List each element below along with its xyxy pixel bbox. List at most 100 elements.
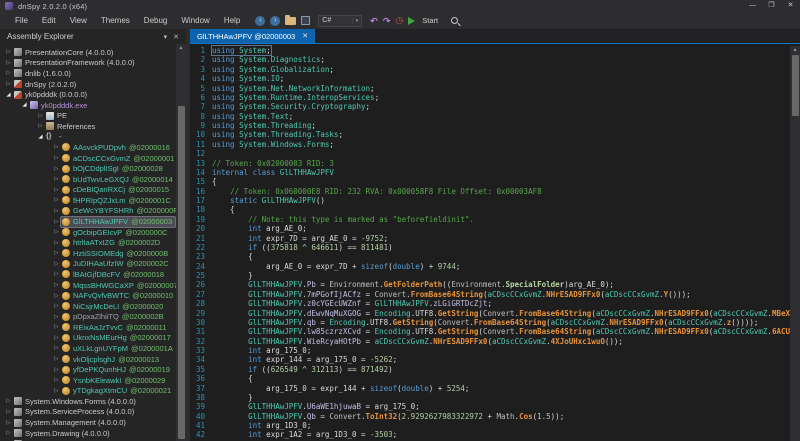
expand-icon[interactable]: ▷ bbox=[4, 70, 13, 76]
tab-gllthhawjpfv[interactable]: GlLTHHAwJPFV @02000003 ✕ bbox=[190, 29, 315, 43]
history-clock-icon[interactable]: ◷ bbox=[395, 15, 403, 26]
expand-icon[interactable]: ▷ bbox=[52, 377, 61, 383]
code-line-4[interactable]: 4using System.IO; bbox=[190, 74, 800, 83]
tree-item-PE[interactable]: ▷PE bbox=[0, 110, 176, 121]
expand-icon[interactable]: ▷ bbox=[52, 314, 61, 320]
code-line-9[interactable]: 9using System.Threading; bbox=[190, 121, 800, 130]
expand-icon[interactable]: ▷ bbox=[4, 430, 13, 436]
menu-window[interactable]: Window bbox=[174, 12, 216, 29]
code-line-18[interactable]: 18 { bbox=[190, 205, 800, 214]
tree-item-YsnbKEleawkI[interactable]: ▷YsnbKEleawkI@02000029 bbox=[0, 375, 176, 386]
sidebar-scroll-thumb[interactable] bbox=[178, 106, 185, 439]
code-line-6[interactable]: 6using System.Runtime.InteropServices; bbox=[190, 93, 800, 102]
code-line-8[interactable]: 8using System.Text; bbox=[190, 112, 800, 121]
code-line-35[interactable]: 35 if ((626549 ^ 312113) == 871492) bbox=[190, 365, 800, 374]
tree-item-NiCsjrMcDeLI[interactable]: ▷NiCsjrMcDeLI@02000020 bbox=[0, 301, 176, 312]
expand-icon[interactable]: ▷ bbox=[52, 197, 61, 203]
tree-item-gOcbipGEIcvP[interactable]: ▷gOcbipGEIcvP@0200000C bbox=[0, 227, 176, 238]
minimize-button[interactable]: — bbox=[743, 0, 762, 12]
collapse-icon[interactable]: ◢ bbox=[36, 134, 45, 140]
tree-item-fHPRIpQZJxLm[interactable]: ▷fHPRIpQZJxLm@0200001C bbox=[0, 195, 176, 206]
expand-icon[interactable]: ▷ bbox=[52, 229, 61, 235]
tree-item-HztiSSIOMEdg[interactable]: ▷HztiSSIOMEdg@0200000B bbox=[0, 248, 176, 259]
code-line-34[interactable]: 34 int expr_144 = arg_175_0 = -5262; bbox=[190, 355, 800, 364]
code-line-36[interactable]: 36 { bbox=[190, 374, 800, 383]
code-line-12[interactable]: 12 bbox=[190, 149, 800, 158]
code-line-37[interactable]: 37 arg_175_0 = expr_144 + sizeof(double)… bbox=[190, 384, 800, 393]
editor-scrollbar[interactable]: ▲ bbox=[790, 46, 800, 441]
scroll-up-icon[interactable]: ▲ bbox=[176, 44, 186, 52]
code-line-11[interactable]: 11using System.Windows.Forms; bbox=[190, 140, 800, 149]
tree-item-References[interactable]: ▷References bbox=[0, 121, 176, 132]
tree-item-dnSpy (2.0.2.0)[interactable]: ▷dnSpy (2.0.2.0) bbox=[0, 79, 176, 90]
tree-item-dnlib (1.6.0.0)[interactable]: ▷dnlib (1.6.0.0) bbox=[0, 68, 176, 79]
expand-icon[interactable]: ▷ bbox=[52, 324, 61, 330]
code-line-27[interactable]: 27 GlLTHHAwJPFV.7mPGofIjACfz = Convert.F… bbox=[190, 290, 800, 299]
collapse-icon[interactable]: ◢ bbox=[20, 102, 29, 108]
code-line-19[interactable]: 19 // Note: this type is marked as "befo… bbox=[190, 215, 800, 224]
tree-item--[interactable]: ◢{}- bbox=[0, 132, 176, 143]
expand-icon[interactable]: ▷ bbox=[52, 240, 61, 246]
tree-item-PresentationFramework (4.0.0.0)[interactable]: ▷PresentationFramework (4.0.0.0) bbox=[0, 58, 176, 69]
tree-item-aCDscCCxGvmZ[interactable]: ▷aCDscCCxGvmZ@02000001 bbox=[0, 153, 176, 164]
tree-item-bOjCDdplISgI[interactable]: ▷bOjCDdplISgI@02000028 bbox=[0, 163, 176, 174]
code-line-25[interactable]: 25 } bbox=[190, 271, 800, 280]
code-line-42[interactable]: 42 int expr_1A2 = arg_1D3_0 = -3503; bbox=[190, 430, 800, 439]
expand-icon[interactable]: ▷ bbox=[52, 293, 61, 299]
search-icon[interactable] bbox=[451, 17, 458, 24]
code-line-38[interactable]: 38 } bbox=[190, 393, 800, 402]
code-line-28[interactable]: 28 GlLTHHAwJPFV.z0cYGEcUWZnf = GlLTHHAwJ… bbox=[190, 299, 800, 308]
tree-item-bUdTwvLeGXQJ[interactable]: ▷bUdTwvLeGXQJ@02000014 bbox=[0, 174, 176, 185]
code-line-3[interactable]: 3using System.Globalization; bbox=[190, 65, 800, 74]
editor-scroll-thumb[interactable] bbox=[792, 55, 799, 116]
code-line-13[interactable]: 13// Token: 0x02000003 RID: 3 bbox=[190, 159, 800, 168]
tree-item-UknxNsMEurHg[interactable]: ▷UknxNsMEurHg@02000017 bbox=[0, 333, 176, 344]
expand-icon[interactable]: ▷ bbox=[52, 367, 61, 373]
collapse-icon[interactable]: ◢ bbox=[4, 92, 13, 98]
code-line-31[interactable]: 31 GlLTHHAwJPFV.lw85czrzXCvd = Encoding.… bbox=[190, 327, 800, 336]
tree-item-yk0pdddk.exe[interactable]: ◢yk0pdddk.exe bbox=[0, 100, 176, 111]
expand-icon[interactable]: ▷ bbox=[4, 398, 13, 404]
tree-item-GlLTHHAwJPFV[interactable]: ▷GlLTHHAwJPFV@02000003 bbox=[0, 216, 176, 227]
maximize-button[interactable]: ❐ bbox=[762, 0, 781, 12]
panel-close-icon[interactable]: ✕ bbox=[170, 33, 182, 41]
tree-item-AAsvckPUDpvh[interactable]: ▷AAsvckPUDpvh@02000016 bbox=[0, 142, 176, 153]
start-debug-icon[interactable] bbox=[408, 17, 415, 25]
code-view[interactable]: 1using System;2using System.Diagnostics;… bbox=[190, 44, 800, 441]
code-line-21[interactable]: 21 int expr_7D = arg_AE_0 = -9752; bbox=[190, 234, 800, 243]
expand-icon[interactable]: ▷ bbox=[52, 155, 61, 161]
expand-icon[interactable]: ▷ bbox=[4, 420, 13, 426]
code-line-17[interactable]: 17 static GlLTHHAwJPFV() bbox=[190, 196, 800, 205]
menu-view[interactable]: View bbox=[63, 12, 94, 29]
code-line-24[interactable]: 24 arg_AE_0 = expr_7D + sizeof(double) +… bbox=[190, 262, 800, 271]
tree-item-htrltaATxIZG[interactable]: ▷htrltaATxIZG@0200002D bbox=[0, 237, 176, 248]
expand-icon[interactable]: ▷ bbox=[52, 388, 61, 394]
menu-help[interactable]: Help bbox=[217, 12, 247, 29]
tree-item-yk0pdddk (0.0.0.0)[interactable]: ◢yk0pdddk (0.0.0.0) bbox=[0, 89, 176, 100]
full-screen-icon[interactable] bbox=[301, 16, 310, 25]
tab-close-icon[interactable]: ✕ bbox=[302, 32, 308, 40]
close-button[interactable]: ✕ bbox=[781, 0, 800, 12]
tree-item-System.Management (4.0.0.0)[interactable]: ▷System.Management (4.0.0.0) bbox=[0, 417, 176, 428]
tree-item-GeWcYBYFSHRh[interactable]: ▷GeWcYBYFSHRh@0200000F bbox=[0, 206, 176, 217]
expand-icon[interactable]: ▷ bbox=[52, 345, 61, 351]
tree-item-yTDgkagXtmCU[interactable]: ▷yTDgkagXtmCU@02000021 bbox=[0, 386, 176, 397]
menu-themes[interactable]: Themes bbox=[94, 12, 137, 29]
code-line-40[interactable]: 40 GlLTHHAwJPFV.Qb = Convert.ToInt32(2.9… bbox=[190, 412, 800, 421]
code-line-29[interactable]: 29 GlLTHHAwJPFV.dEwvNqMuXGOG = Encoding.… bbox=[190, 309, 800, 318]
code-line-39[interactable]: 39 GlLTHHAwJPFV.U6aWE1hjuwaB = arg_175_0… bbox=[190, 402, 800, 411]
open-folder-icon[interactable] bbox=[285, 17, 296, 25]
expand-icon[interactable]: ▷ bbox=[36, 123, 45, 129]
expand-icon[interactable]: ▷ bbox=[52, 271, 61, 277]
code-line-22[interactable]: 22 if ((375818 ^ 646611) == 811481) bbox=[190, 243, 800, 252]
code-line-2[interactable]: 2using System.Diagnostics; bbox=[190, 55, 800, 64]
code-line-32[interactable]: 32 GlLTHHAwJPFV.WieRcyaHOtPb = aCDscCCxG… bbox=[190, 337, 800, 346]
expand-icon[interactable]: ▷ bbox=[4, 81, 13, 87]
language-select[interactable]: C# ▾ bbox=[318, 15, 362, 27]
panel-dropdown-icon[interactable]: ▾ bbox=[161, 33, 171, 41]
tree-item-uXLkLgnUYFpM[interactable]: ▷uXLkLgnUYFpM@0200001A bbox=[0, 343, 176, 354]
tree-item-System.Windows.Forms (4.0.0.0)[interactable]: ▷System.Windows.Forms (4.0.0.0) bbox=[0, 396, 176, 407]
code-line-33[interactable]: 33 int arg_175_0; bbox=[190, 346, 800, 355]
scroll-up-icon[interactable]: ▲ bbox=[790, 46, 800, 54]
expand-icon[interactable]: ▷ bbox=[4, 60, 13, 66]
